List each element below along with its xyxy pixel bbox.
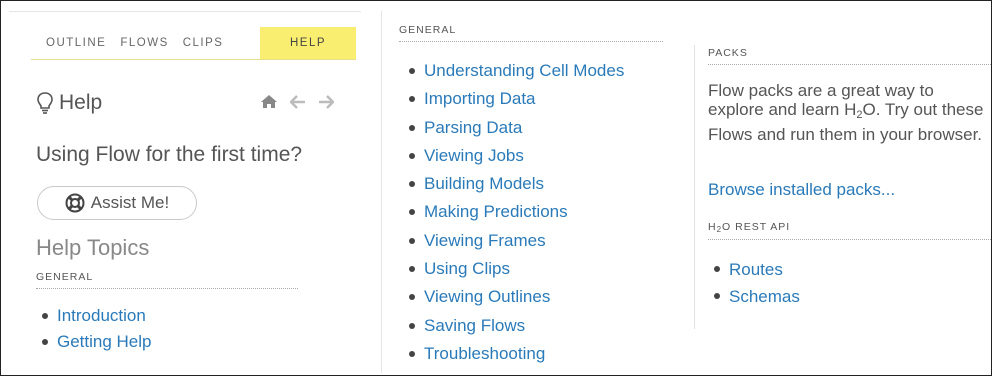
help-title: Help: [59, 91, 103, 114]
rest-api-label-suffix: O REST API: [722, 221, 791, 233]
link-using-clips[interactable]: Using Clips: [406, 255, 624, 283]
assist-me-label: Assist Me!: [90, 193, 170, 212]
help-topics-heading: Help Topics: [36, 235, 150, 260]
link-understanding-cell-modes[interactable]: Understanding Cell Modes: [406, 57, 624, 85]
tab-flows[interactable]: FLOWS: [112, 27, 174, 59]
link-schemas[interactable]: Schemas: [711, 283, 800, 310]
sidebar-topic-list: Introduction Getting Help: [39, 303, 152, 355]
rest-api-label: H2O REST API: [708, 221, 991, 240]
link-parsing-data[interactable]: Parsing Data: [406, 114, 624, 142]
help-subtitle: Using Flow for the first time?: [36, 143, 303, 166]
link-routes[interactable]: Routes: [711, 256, 800, 283]
link-saving-flows[interactable]: Saving Flows: [406, 312, 624, 340]
packs-label: PACKS: [708, 47, 991, 65]
link-making-predictions[interactable]: Making Predictions: [406, 198, 624, 226]
column-divider: [694, 45, 695, 329]
sidebar-tabs: OUTLINE FLOWS CLIPS HELP: [31, 27, 356, 60]
back-arrow-icon[interactable]: [290, 94, 306, 109]
tab-clips[interactable]: CLIPS: [175, 27, 230, 59]
help-window: OUTLINE FLOWS CLIPS HELP Help Using Flow…: [0, 0, 992, 376]
link-introduction[interactable]: Introduction: [39, 303, 152, 329]
packs-description: Flow packs are a great way to explore an…: [708, 81, 988, 144]
sidebar-general-label: GENERAL: [36, 271, 298, 289]
panel-divider: [381, 11, 382, 373]
link-troubleshooting[interactable]: Troubleshooting: [406, 340, 624, 368]
top-divider: [9, 11, 361, 12]
link-getting-help[interactable]: Getting Help: [39, 329, 152, 355]
tab-outline[interactable]: OUTLINE: [31, 27, 112, 59]
help-navigation: [260, 94, 334, 109]
life-ring-icon: [65, 193, 85, 213]
main-topic-list: Understanding Cell Modes Importing Data …: [406, 57, 624, 368]
link-viewing-frames[interactable]: Viewing Frames: [406, 227, 624, 255]
tab-help[interactable]: HELP: [260, 27, 356, 59]
rest-api-list: Routes Schemas: [711, 256, 800, 310]
link-importing-data[interactable]: Importing Data: [406, 85, 624, 113]
help-heading: Help: [36, 91, 102, 115]
assist-me-button[interactable]: Assist Me!: [37, 186, 197, 220]
home-icon[interactable]: [260, 94, 278, 109]
browse-installed-packs-link[interactable]: Browse installed packs...: [708, 180, 895, 200]
link-building-models[interactable]: Building Models: [406, 170, 624, 198]
link-viewing-outlines[interactable]: Viewing Outlines: [406, 283, 624, 311]
rest-api-label-prefix: H: [708, 221, 717, 233]
lightbulb-icon: [37, 92, 53, 114]
main-general-label: GENERAL: [399, 24, 663, 42]
link-viewing-jobs[interactable]: Viewing Jobs: [406, 142, 624, 170]
forward-arrow-icon[interactable]: [318, 94, 334, 109]
